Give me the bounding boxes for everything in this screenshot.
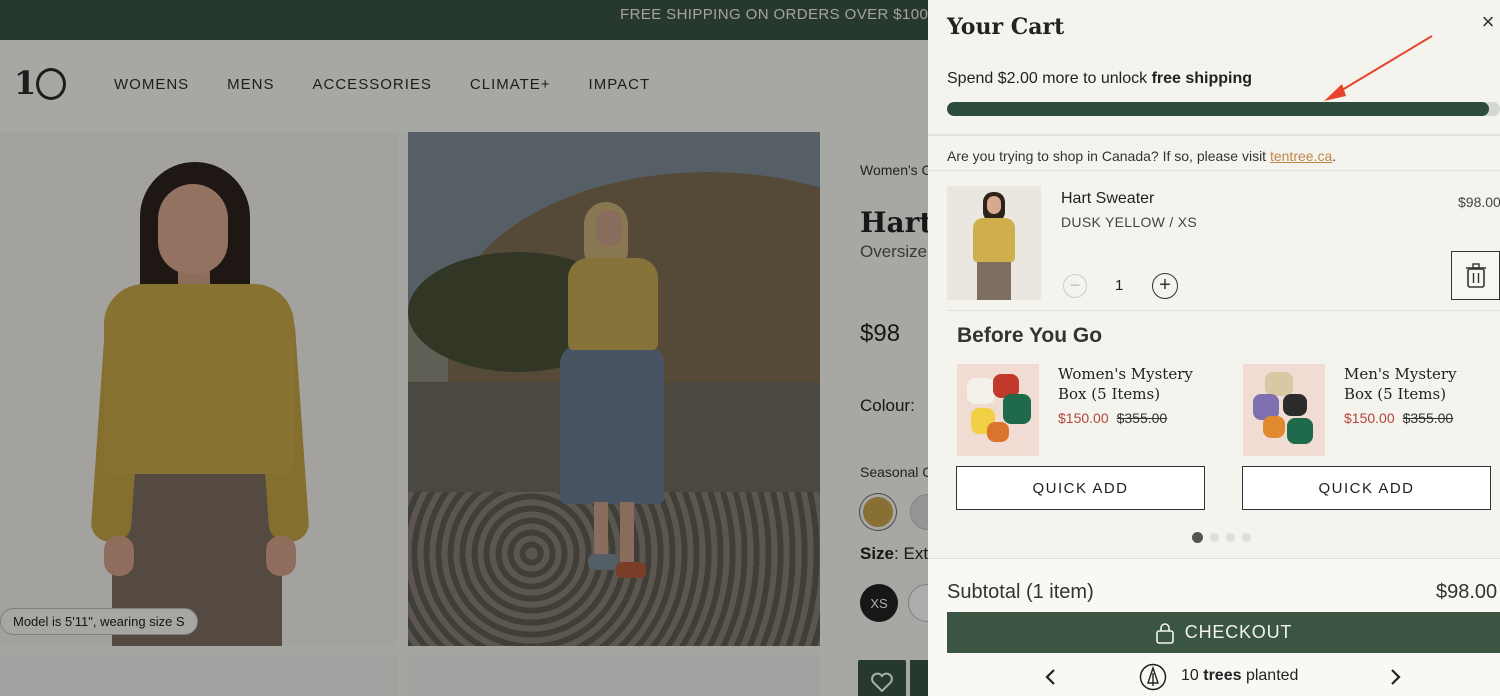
- cart-item-variant: DUSK YELLOW / XS: [1061, 214, 1198, 230]
- quantity-value: 1: [1115, 277, 1124, 294]
- quick-add-button[interactable]: QUICK ADD: [956, 466, 1205, 510]
- cart-footer: Subtotal (1 item) $98.00 CHECKOUT 10 tre…: [928, 558, 1500, 696]
- chevron-left-icon[interactable]: [1043, 667, 1059, 687]
- trees-count: 10: [1181, 667, 1199, 684]
- upsell-price: $150.00 $355.00: [1058, 410, 1167, 426]
- sale-price: $150.00: [1058, 410, 1109, 426]
- image-part: [1263, 416, 1285, 438]
- upsell-name[interactable]: Men's Mystery Box (5 Items): [1344, 364, 1484, 404]
- figure-part: [973, 218, 1015, 262]
- checkout-label: CHECKOUT: [1184, 622, 1293, 642]
- carousel-pagination: [1192, 532, 1251, 543]
- trees-bold: trees: [1203, 667, 1242, 684]
- divider: [928, 170, 1500, 171]
- canada-link[interactable]: tentree.ca: [1270, 148, 1332, 164]
- chevron-right-icon[interactable]: [1387, 667, 1403, 687]
- canada-suffix: .: [1332, 148, 1337, 164]
- image-part: [1265, 372, 1293, 396]
- before-you-go-title: Before You Go: [957, 324, 1103, 347]
- divider: [928, 134, 1500, 136]
- image-part: [987, 422, 1009, 442]
- modal-overlay[interactable]: [0, 0, 928, 696]
- canada-text: Are you trying to shop in Canada? If so,…: [947, 148, 1270, 164]
- remove-item-button[interactable]: [1451, 251, 1500, 300]
- shipping-prefix: Spend $2.00 more to unlock: [947, 70, 1152, 87]
- cart-item-name[interactable]: Hart Sweater: [1061, 190, 1154, 208]
- trees-planted: 10 trees planted: [1181, 667, 1298, 685]
- carousel-dot[interactable]: [1210, 533, 1219, 542]
- carousel-dot[interactable]: [1242, 533, 1251, 542]
- carousel-dot[interactable]: [1192, 532, 1203, 543]
- figure-part: [987, 196, 1001, 214]
- cart-drawer: Your Cart × Spend $2.00 more to unlock f…: [928, 0, 1500, 696]
- subtotal-value: $98.00: [1436, 581, 1498, 603]
- original-price: $355.00: [1402, 410, 1454, 426]
- free-shipping-message: Spend $2.00 more to unlock free shipping: [947, 70, 1252, 88]
- quick-add-button[interactable]: QUICK ADD: [1242, 466, 1491, 510]
- upsell-name[interactable]: Women's Mystery Box (5 Items): [1058, 364, 1198, 404]
- lock-icon: [1155, 622, 1174, 644]
- canada-notice: Are you trying to shop in Canada? If so,…: [947, 148, 1336, 164]
- upsell-price: $150.00 $355.00: [1344, 410, 1453, 426]
- image-part: [1003, 394, 1031, 424]
- sale-price: $150.00: [1344, 410, 1395, 426]
- image-part: [1283, 394, 1307, 416]
- trees-suffix: planted: [1245, 667, 1299, 684]
- upsell-image-womens-mystery-box[interactable]: [957, 364, 1039, 456]
- cart-title: Your Cart: [947, 14, 1065, 40]
- quantity-decrease-button[interactable]: −: [1063, 274, 1087, 298]
- carousel-dot[interactable]: [1226, 533, 1235, 542]
- figure-part: [977, 260, 1011, 300]
- image-part: [1287, 418, 1313, 444]
- divider: [947, 310, 1500, 311]
- cart-item-price: $98.00: [1458, 194, 1500, 210]
- original-price: $355.00: [1116, 410, 1168, 426]
- cart-item-image[interactable]: [947, 186, 1041, 300]
- annotation-arrow-icon: [1324, 35, 1433, 101]
- checkout-button[interactable]: CHECKOUT: [947, 612, 1500, 653]
- shipping-bold: free shipping: [1151, 70, 1253, 87]
- quantity-increase-button[interactable]: +: [1152, 273, 1178, 299]
- subtotal-label: Subtotal (1 item): [947, 581, 1094, 603]
- close-icon: ×: [1481, 9, 1495, 34]
- image-part: [967, 378, 995, 404]
- close-cart-button[interactable]: ×: [1476, 10, 1500, 34]
- upsell-image-mens-mystery-box[interactable]: [1243, 364, 1325, 456]
- tree-badge-icon: [1139, 663, 1167, 691]
- trash-icon: [1466, 263, 1486, 288]
